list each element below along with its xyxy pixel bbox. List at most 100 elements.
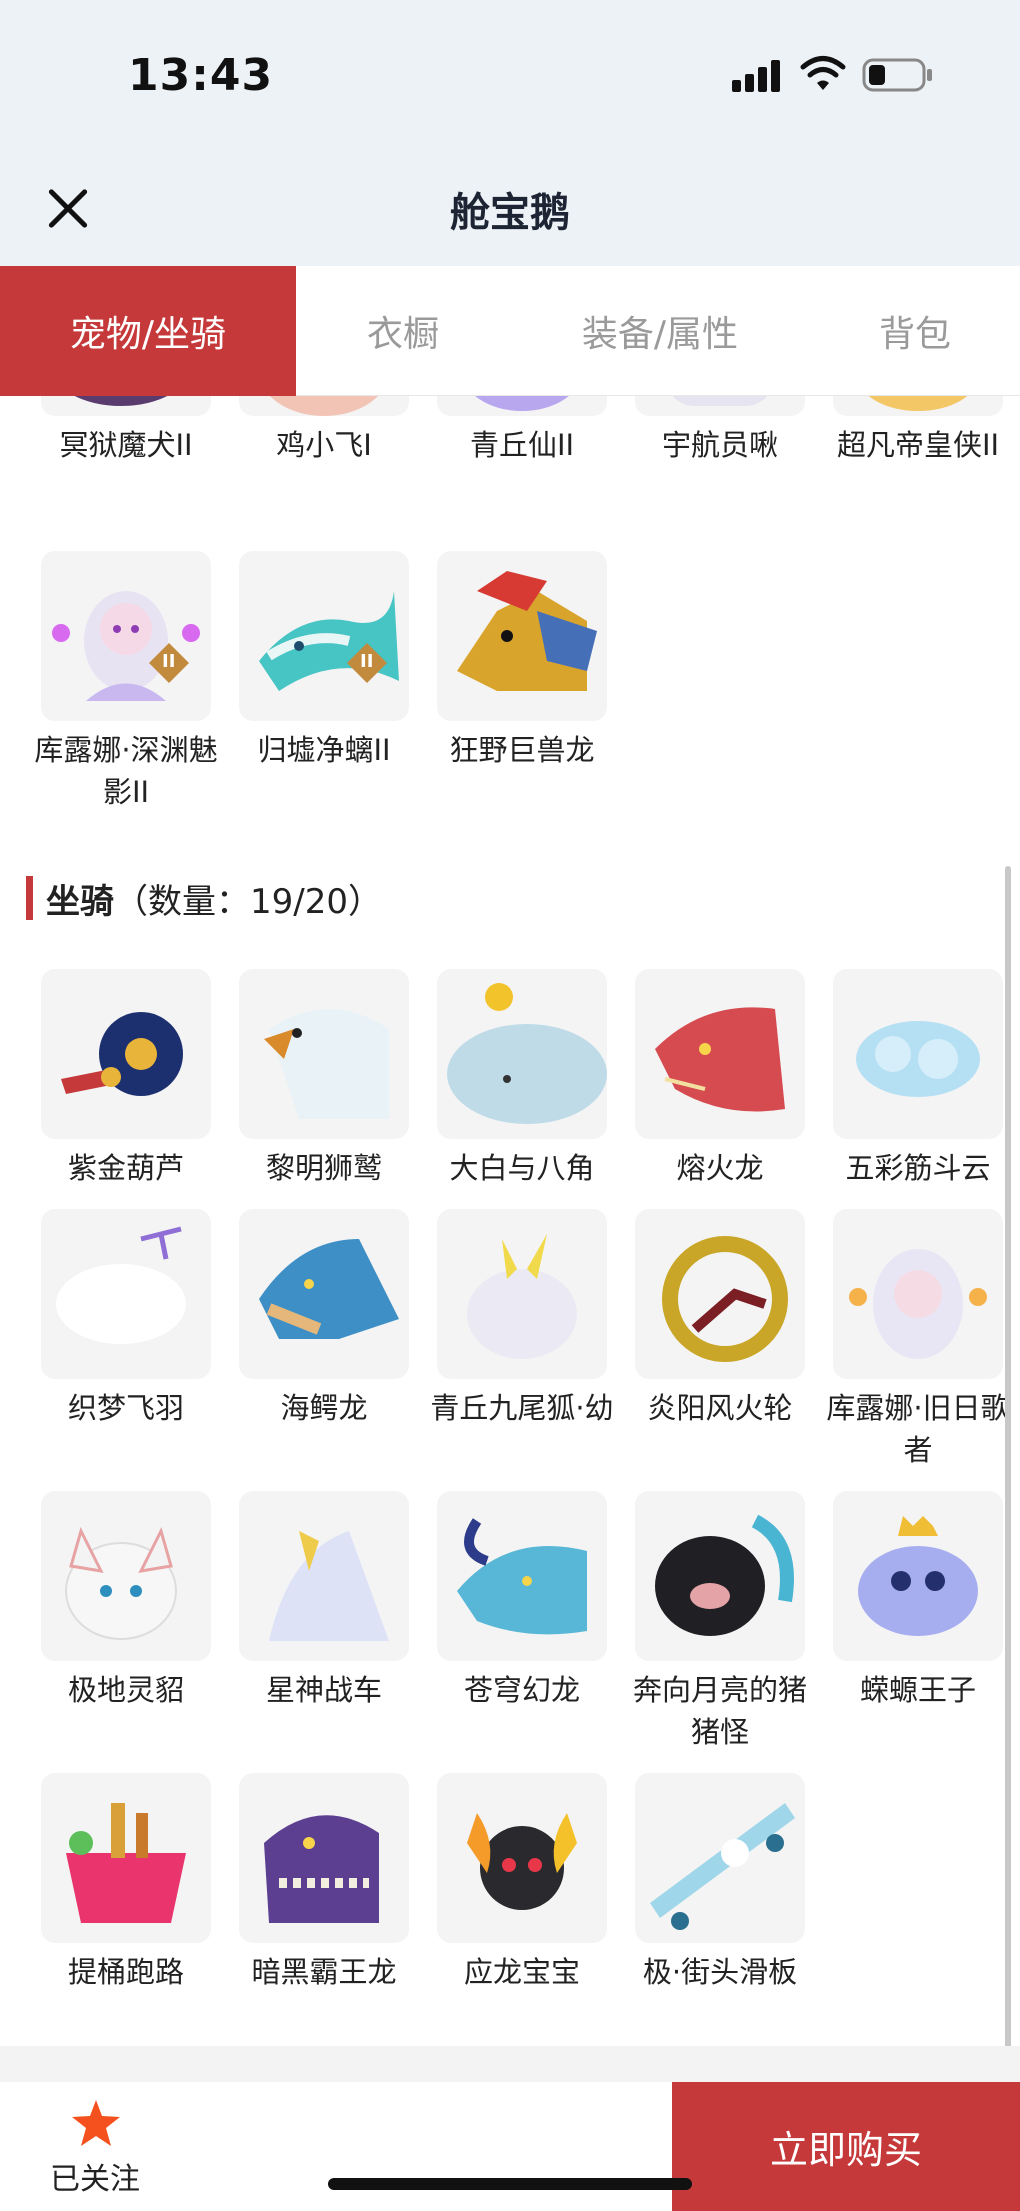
mount-item[interactable]: 极·街头滑板 [621, 1773, 819, 2046]
mount-name: 极地灵貂 [67, 1673, 184, 1707]
mounts-count: （数量：19/20） [114, 882, 382, 922]
mounts-section-label: 坐骑 [46, 882, 114, 922]
pet-thumbnail [41, 396, 211, 416]
mount-name: 奔向月亮的猪猪怪 [632, 1673, 807, 1749]
pet-name: 宇航员啾 [661, 428, 778, 462]
mount-item[interactable]: 库露娜·旧日歌者 [819, 1209, 1017, 1491]
pet-item[interactable]: 超凡帝皇侠II [819, 396, 1017, 466]
pet-thumbnail [635, 396, 805, 416]
mount-thumbnail [41, 1491, 211, 1661]
mount-item[interactable]: 织梦飞羽 [27, 1209, 225, 1491]
mount-item[interactable]: 暗黑霸王龙 [225, 1773, 423, 2046]
tab-wardrobe[interactable]: 衣橱 [296, 266, 510, 396]
mount-item[interactable]: 极地灵貂 [27, 1491, 225, 1773]
pet-thumbnail [437, 396, 607, 416]
star-icon [72, 2100, 120, 2146]
mount-item[interactable]: 紫金葫芦 [27, 969, 225, 1209]
mount-thumbnail [239, 1209, 409, 1379]
pet-grid-partial: 冥狱魔犬II 鸡小飞I 青丘仙II 宇航员啾 超凡帝皇侠II [0, 396, 1020, 466]
mount-name: 织梦飞羽 [67, 1391, 184, 1425]
mount-thumbnail [635, 969, 805, 1139]
follow-button[interactable]: 已关注 [30, 2092, 160, 2202]
mount-name: 紫金葫芦 [67, 1151, 184, 1185]
pet-name: 归墟净螭II [257, 733, 391, 767]
mount-grid: 紫金葫芦 黎明狮鹫 大白与八角 熔火龙 五彩筋斗云 织梦飞羽 海鳄龙 青丘九尾狐… [0, 969, 1020, 2046]
mount-item[interactable]: 奔向月亮的猪猪怪 [621, 1491, 819, 1773]
battery-icon [862, 58, 932, 92]
mount-item[interactable]: 苍穹幻龙 [423, 1491, 621, 1773]
signal-icon [732, 58, 784, 92]
tab-bar: 宠物/坐骑 衣橱 装备/属性 背包 [0, 266, 1020, 396]
pet-thumbnail: II [41, 551, 211, 721]
mount-thumbnail [635, 1491, 805, 1661]
tab-pets-mounts[interactable]: 宠物/坐骑 [0, 266, 296, 396]
mount-name: 青丘九尾狐·幼 [430, 1391, 614, 1425]
pet-item[interactable]: 狂野巨兽龙 [423, 551, 621, 813]
mount-name: 黎明狮鹫 [265, 1151, 382, 1185]
pet-item[interactable]: 冥狱魔犬II [27, 396, 225, 466]
mount-item[interactable]: 蝾螈王子 [819, 1491, 1017, 1773]
mount-item[interactable]: 熔火龙 [621, 969, 819, 1209]
mount-name: 极·街头滑板 [642, 1955, 798, 1989]
wifi-icon [800, 56, 846, 90]
mount-thumbnail [239, 1773, 409, 1943]
tab-backpack[interactable]: 背包 [810, 266, 1020, 396]
footer-divider [0, 2046, 1020, 2082]
mount-name: 蝾螈王子 [859, 1673, 976, 1707]
pet-thumbnail [437, 551, 607, 721]
pet-item[interactable]: 宇航员啾 [621, 396, 819, 466]
mount-thumbnail [437, 1209, 607, 1379]
pet-name: 冥狱魔犬II [59, 428, 193, 462]
mount-item[interactable]: 海鳄龙 [225, 1209, 423, 1491]
mount-name: 苍穹幻龙 [463, 1673, 580, 1707]
pet-thumbnail: II [239, 551, 409, 721]
mount-thumbnail [239, 969, 409, 1139]
content-scroll-area[interactable]: 冥狱魔犬II 鸡小飞I 青丘仙II 宇航员啾 超凡帝皇侠II II 库露娜·深渊… [0, 396, 1020, 2046]
mount-item[interactable]: 炎阳风火轮 [621, 1209, 819, 1491]
pet-thumbnail [239, 396, 409, 416]
pet-name: 鸡小飞I [276, 428, 372, 462]
pet-name: 青丘仙II [469, 428, 575, 462]
mount-name: 库露娜·旧日歌者 [826, 1391, 1010, 1467]
pet-name: 超凡帝皇侠II [836, 428, 1000, 462]
mount-item[interactable]: 五彩筋斗云 [819, 969, 1017, 1209]
mount-item[interactable]: 应龙宝宝 [423, 1773, 621, 2046]
mount-item[interactable]: 黎明狮鹫 [225, 969, 423, 1209]
home-indicator [328, 2178, 692, 2190]
mount-thumbnail [437, 1491, 607, 1661]
tab-equipment[interactable]: 装备/属性 [510, 266, 810, 396]
pet-grid: II 库露娜·深渊魅影II II 归墟净螭II 狂野巨兽龙 [0, 551, 1020, 813]
mount-item[interactable]: 大白与八角 [423, 969, 621, 1209]
mount-name: 提桶跑路 [67, 1955, 184, 1989]
pet-name: 库露娜·深渊魅影II [34, 733, 218, 809]
pet-item[interactable]: II 库露娜·深渊魅影II [27, 551, 225, 813]
pet-item[interactable]: 鸡小飞I [225, 396, 423, 466]
pet-thumbnail [833, 396, 1003, 416]
scrollbar[interactable] [1005, 866, 1011, 2046]
status-time: 13:43 [128, 50, 274, 101]
buy-now-button[interactable]: 立即购买 [672, 2082, 1020, 2211]
mount-thumbnail [41, 1209, 211, 1379]
page-title: 舱宝鹅 [450, 190, 570, 236]
mount-name: 海鳄龙 [280, 1391, 368, 1425]
follow-label: 已关注 [50, 2162, 140, 2197]
mount-thumbnail [833, 969, 1003, 1139]
mount-thumbnail [833, 1209, 1003, 1379]
mount-name: 暗黑霸王龙 [251, 1955, 397, 1989]
pet-item[interactable]: 青丘仙II [423, 396, 621, 466]
app-page: 13:43 舱宝鹅 宠物/坐骑 衣橱 装备/属性 背包 冥狱魔犬II 鸡小飞I … [0, 0, 1020, 2211]
mount-thumbnail [635, 1209, 805, 1379]
pet-item[interactable]: II 归墟净螭II [225, 551, 423, 813]
mount-item[interactable]: 星神战车 [225, 1491, 423, 1773]
mount-thumbnail [41, 969, 211, 1139]
mount-thumbnail [833, 1491, 1003, 1661]
mount-name: 星神战车 [265, 1673, 382, 1707]
mount-item[interactable]: 青丘九尾狐·幼 [423, 1209, 621, 1491]
grade-badge: II [360, 651, 374, 672]
mount-item[interactable]: 提桶跑路 [27, 1773, 225, 2046]
mount-thumbnail [437, 1773, 607, 1943]
mount-name: 五彩筋斗云 [845, 1151, 991, 1185]
mount-thumbnail [635, 1773, 805, 1943]
mount-name: 大白与八角 [449, 1151, 595, 1185]
pet-name: 狂野巨兽龙 [449, 733, 595, 767]
